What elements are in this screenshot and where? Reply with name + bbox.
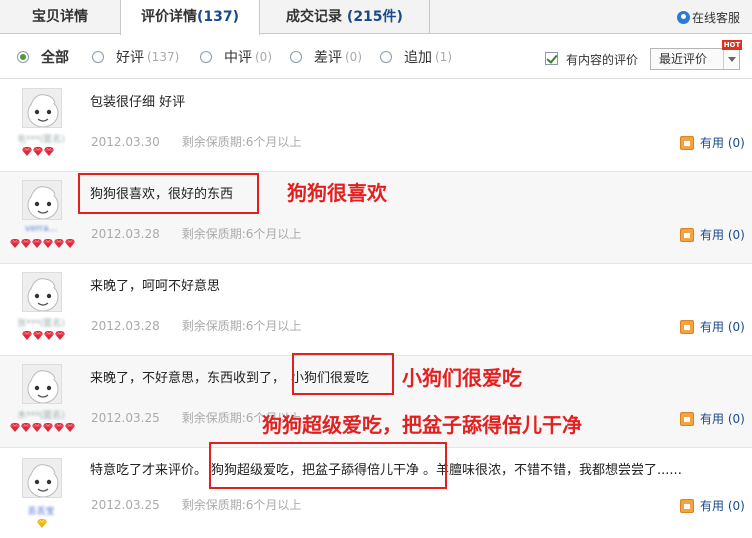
warranty-text: 剩余保质期:6个月以上 xyxy=(181,227,302,241)
reputation-icon xyxy=(10,423,76,433)
annotation-text: 狗狗超级爱吃，把盆子舔得倍儿干净 xyxy=(262,413,582,437)
filter-all[interactable]: 全部 xyxy=(17,47,69,67)
filter-label: 全部 xyxy=(41,50,69,66)
radio-button[interactable] xyxy=(17,51,29,63)
reviewer-name[interactable]: 毛***(匿名) xyxy=(8,132,74,144)
useful-count: (0) xyxy=(727,319,745,334)
reviewer-name[interactable]: verra... xyxy=(8,224,74,236)
useful-count: (0) xyxy=(727,498,745,513)
filter-positive[interactable]: 好评 (137) xyxy=(92,47,179,67)
reviewer-name[interactable]: 丢丢宝 xyxy=(8,504,74,516)
hot-badge: HOT xyxy=(722,40,742,50)
online-service-link[interactable]: 在线客服 xyxy=(676,9,740,26)
review-meta: 2012.03.30 剩余保质期:6个月以上 xyxy=(91,133,301,150)
useful-button[interactable]: 有用 (0) xyxy=(680,497,745,514)
filter-label: 中评 xyxy=(224,50,252,66)
useful-label: 有用 xyxy=(700,228,725,242)
has-content-checkbox[interactable] xyxy=(545,52,558,65)
useful-label: 有用 xyxy=(700,136,725,150)
reputation-icon xyxy=(22,331,66,341)
highlight-box xyxy=(292,353,394,395)
filter-appended[interactable]: 追加 (1) xyxy=(380,47,452,67)
warranty-text: 剩余保质期:6个月以上 xyxy=(181,319,302,333)
avatar xyxy=(22,272,62,312)
useful-label: 有用 xyxy=(700,499,725,513)
useful-count: (0) xyxy=(727,227,745,242)
review-text: 来晚了，不好意思，东西收到了， xyxy=(90,371,286,386)
reputation-icon xyxy=(22,147,55,157)
review-date: 2012.03.28 xyxy=(91,319,160,333)
tab-transactions[interactable]: 成交记录 (215件) xyxy=(260,0,430,34)
thumbs-up-icon xyxy=(680,411,694,426)
sort-select[interactable]: 最近评价 xyxy=(650,48,740,70)
useful-button[interactable]: 有用 (0) xyxy=(680,226,745,243)
useful-button[interactable]: 有用 (0) xyxy=(680,410,745,427)
tab-label: 评价详情 xyxy=(140,9,197,25)
tab-reviews[interactable]: 评价详情(137) xyxy=(120,0,260,35)
avatar xyxy=(22,458,62,498)
tab-bar: 宝贝详情 评价详情(137) 成交记录 (215件) 在线客服 xyxy=(0,0,752,35)
reviewer-name[interactable]: 木***(匿名) xyxy=(8,408,74,420)
review-row: 毛***(匿名) 包装很仔细 好评 2012.03.30 剩余保质期:6个月以上 … xyxy=(0,80,752,172)
review-date: 2012.03.25 xyxy=(91,498,160,512)
radio-button[interactable] xyxy=(200,51,212,63)
annotation-text: 狗狗很喜欢 xyxy=(287,181,387,205)
radio-button[interactable] xyxy=(92,51,104,63)
tab-item-details[interactable]: 宝贝详情 xyxy=(0,0,120,34)
filter-label: 差评 xyxy=(314,50,342,66)
avatar xyxy=(22,180,62,220)
avatar xyxy=(22,364,62,404)
reviewer-name[interactable]: 张***(匿名) xyxy=(8,316,74,328)
radio-button[interactable] xyxy=(290,51,302,63)
filter-count: (137) xyxy=(147,50,180,64)
filter-label: 好评 xyxy=(116,50,144,66)
thumbs-up-icon xyxy=(680,498,694,513)
filter-count: (0) xyxy=(255,50,272,64)
review-date: 2012.03.28 xyxy=(91,227,160,241)
warranty-text: 剩余保质期:6个月以上 xyxy=(181,498,302,512)
filter-count: (0) xyxy=(345,50,362,64)
tab-count: (215件) xyxy=(346,9,403,25)
filter-count: (1) xyxy=(435,50,452,64)
review-text: 特意吃了才来评价。 xyxy=(90,463,208,478)
sort-value: 最近评价 xyxy=(659,52,708,66)
reputation-icon xyxy=(37,519,48,529)
warranty-text: 剩余保质期:6个月以上 xyxy=(181,135,302,149)
filter-label: 追加 xyxy=(404,50,432,66)
avatar xyxy=(22,88,62,128)
highlight-box xyxy=(209,442,447,489)
annotation-text: 小狗们很爱吃 xyxy=(402,366,522,390)
tab-count: (137) xyxy=(196,9,240,25)
useful-button[interactable]: 有用 (0) xyxy=(680,318,745,335)
filter-negative[interactable]: 差评 (0) xyxy=(290,47,362,67)
useful-count: (0) xyxy=(727,411,745,426)
thumbs-up-icon xyxy=(680,319,694,334)
highlight-box xyxy=(78,173,259,214)
thumbs-up-icon xyxy=(680,227,694,242)
tab-label: 宝贝详情 xyxy=(32,9,88,25)
review-content: 包装很仔细 好评 xyxy=(90,95,186,110)
review-meta: 2012.03.28 剩余保质期:6个月以上 xyxy=(91,225,301,242)
service-label: 在线客服 xyxy=(691,11,740,25)
useful-label: 有用 xyxy=(700,320,725,334)
review-text: 。羊膻味很浓，不错不错，我都想尝尝了...... xyxy=(423,463,682,478)
customer-service-icon xyxy=(676,11,690,24)
review-date: 2012.03.30 xyxy=(91,135,160,149)
review-row: 张***(匿名) 来晚了，呵呵不好意思 2012.03.28 剩余保质期:6个月以… xyxy=(0,264,752,356)
review-content: 来晚了，呵呵不好意思 xyxy=(90,279,221,294)
review-meta: 2012.03.28 剩余保质期:6个月以上 xyxy=(91,317,301,334)
filter-bar: 全部 好评 (137) 中评 (0) 差评 (0) 追加 (1) 有内容的评价 … xyxy=(0,35,752,79)
has-content-label: 有内容的评价 xyxy=(566,53,639,67)
useful-label: 有用 xyxy=(700,412,725,426)
filter-neutral[interactable]: 中评 (0) xyxy=(200,47,272,67)
thumbs-up-icon xyxy=(680,135,694,150)
chevron-down-icon[interactable] xyxy=(723,49,739,69)
radio-button[interactable] xyxy=(380,51,392,63)
review-date: 2012.03.25 xyxy=(91,411,160,425)
useful-button[interactable]: 有用 (0) xyxy=(680,134,745,151)
review-meta: 2012.03.25 剩余保质期:6个月以上 xyxy=(91,496,301,513)
useful-count: (0) xyxy=(727,135,745,150)
reputation-icon xyxy=(10,239,76,249)
tab-label: 成交记录 xyxy=(286,9,343,25)
